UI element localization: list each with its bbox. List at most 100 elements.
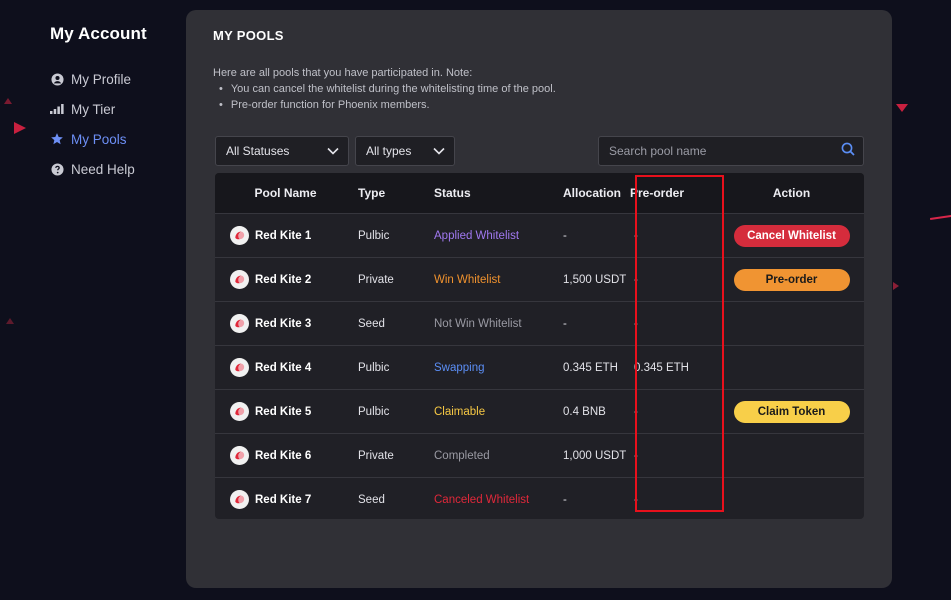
pool-name[interactable]: Red Kite 6 xyxy=(255,450,311,462)
pool-type: Private xyxy=(358,449,394,462)
type-filter-value: All types xyxy=(366,144,412,158)
pool-status: Completed xyxy=(434,449,490,462)
search-icon[interactable] xyxy=(841,142,855,161)
pool-status: Not Win Whitelist xyxy=(434,317,522,330)
sidebar-item-label: My Profile xyxy=(71,71,132,87)
cancel-whitelist-button[interactable]: Cancel Whitelist xyxy=(733,224,850,247)
type-filter-select[interactable]: All types xyxy=(355,136,455,166)
sidebar-item-label: My Tier xyxy=(71,101,116,117)
pool-pre-order: - xyxy=(634,405,638,418)
pool-name[interactable]: Red Kite 4 xyxy=(255,362,311,374)
red-kite-logo-icon xyxy=(230,490,249,509)
action-cell: Pre-order xyxy=(719,268,864,291)
table-body: Red Kite 1 Pulbic Applied Whitelist - - Cance… xyxy=(215,213,864,519)
status-filter-value: All Statuses xyxy=(226,144,290,158)
red-kite-logo-icon xyxy=(230,402,249,421)
pre-order-button[interactable]: Pre-order xyxy=(733,268,850,291)
decor-triangle xyxy=(893,282,899,290)
table-row: Red Kite 2 Private Win Whitelist 1,500 USDT… xyxy=(215,257,864,301)
table-row: Red Kite 1 Pulbic Applied Whitelist - - Cance… xyxy=(215,213,864,257)
pool-allocation: 1,500 USDT xyxy=(563,273,627,286)
red-kite-logo-icon xyxy=(230,314,249,333)
column-header-pre-order: Pre-order xyxy=(630,186,685,200)
pool-name-cell: Red Kite 2 xyxy=(215,270,343,289)
pool-allocation: - xyxy=(563,493,567,506)
decor-streak xyxy=(929,214,951,220)
pool-name-cell: Red Kite 7 xyxy=(215,490,343,509)
pool-type: Pulbic xyxy=(358,405,390,418)
pool-name[interactable]: Red Kite 1 xyxy=(255,230,311,242)
chevron-down-icon xyxy=(433,144,445,158)
pool-allocation: - xyxy=(563,229,567,242)
account-sidebar: My Account My Profile My Tier My Pools N… xyxy=(50,24,180,184)
pools-table: Pool Name Type Status Allocation Pre-ord… xyxy=(215,173,864,519)
pool-name-cell: Red Kite 4 xyxy=(215,358,343,377)
table-row: Red Kite 6 Private Completed 1,000 USDT - xyxy=(215,433,864,477)
pool-status: Claimable xyxy=(434,405,486,418)
my-pools-panel: MY POOLS Here are all pools that you hav… xyxy=(186,10,892,588)
sidebar-item-my-tier[interactable]: My Tier xyxy=(50,94,180,124)
pool-name[interactable]: Red Kite 2 xyxy=(255,274,311,286)
action-cell: Cancel Whitelist xyxy=(719,224,864,247)
note-intro: Here are all pools that you have partici… xyxy=(213,67,473,79)
red-kite-logo-icon xyxy=(230,226,249,245)
pool-type: Pulbic xyxy=(358,361,390,374)
decor-triangle xyxy=(896,104,908,112)
column-header-type: Type xyxy=(358,186,386,200)
column-header-action: Action xyxy=(772,186,811,200)
pool-status: Applied Whitelist xyxy=(434,229,520,242)
sidebar-item-label: My Pools xyxy=(71,131,127,147)
user-icon xyxy=(50,72,64,86)
filter-bar: All Statuses All types xyxy=(215,136,455,166)
pool-name-cell: Red Kite 1 xyxy=(215,226,343,245)
pool-status: Swapping xyxy=(434,361,485,374)
pool-name[interactable]: Red Kite 3 xyxy=(255,318,311,330)
pool-name-cell: Red Kite 6 xyxy=(215,446,343,465)
question-icon xyxy=(50,162,64,176)
sidebar-item-my-profile[interactable]: My Profile xyxy=(50,64,180,94)
pools-note: Here are all pools that you have partici… xyxy=(213,65,556,113)
pool-status: Canceled Whitelist xyxy=(434,493,530,506)
pool-pre-order: - xyxy=(634,493,638,506)
pool-name[interactable]: Red Kite 7 xyxy=(255,494,311,506)
claim-token-button[interactable]: Claim Token xyxy=(733,400,850,423)
pool-allocation: 1,000 USDT xyxy=(563,449,627,462)
table-row: Red Kite 4 Pulbic Swapping 0.345 ETH 0.345 E… xyxy=(215,345,864,389)
pool-allocation: 0.345 ETH xyxy=(563,361,618,374)
decor-triangle xyxy=(6,318,14,324)
column-header-pool-name: Pool Name xyxy=(254,186,317,200)
pool-name-cell: Red Kite 5 xyxy=(215,402,343,421)
red-kite-logo-icon xyxy=(230,358,249,377)
sidebar-item-my-pools[interactable]: My Pools xyxy=(50,124,180,154)
pool-pre-order: - xyxy=(634,449,638,462)
sidebar-title: My Account xyxy=(50,24,147,43)
red-kite-logo-icon xyxy=(230,446,249,465)
pool-name-cell: Red Kite 3 xyxy=(215,314,343,333)
pool-name[interactable]: Red Kite 5 xyxy=(255,406,311,418)
pool-type: Pulbic xyxy=(358,229,390,242)
sidebar-item-label: Need Help xyxy=(71,161,135,177)
chevron-down-icon xyxy=(327,144,339,158)
star-icon xyxy=(50,132,64,146)
pool-type: Seed xyxy=(358,493,385,506)
red-kite-logo-icon xyxy=(230,270,249,289)
pool-pre-order: - xyxy=(634,273,638,286)
pool-pre-order: - xyxy=(634,317,638,330)
pool-status: Win Whitelist xyxy=(434,273,501,286)
column-header-status: Status xyxy=(434,186,471,200)
table-row: Red Kite 3 Seed Not Win Whitelist - - xyxy=(215,301,864,345)
note-bullet: You can cancel the whitelist during the … xyxy=(213,81,556,97)
pool-type: Private xyxy=(358,273,394,286)
action-cell: Claim Token xyxy=(719,400,864,423)
pool-allocation: - xyxy=(563,317,567,330)
table-row: Red Kite 7 Seed Canceled Whitelist - - xyxy=(215,477,864,519)
column-header-allocation: Allocation xyxy=(563,186,622,200)
pool-type: Seed xyxy=(358,317,385,330)
pool-pre-order: - xyxy=(634,229,638,242)
search-input[interactable] xyxy=(609,144,841,158)
status-filter-select[interactable]: All Statuses xyxy=(215,136,349,166)
search-pool-field xyxy=(598,136,864,166)
decor-triangle xyxy=(14,122,26,134)
sidebar-item-need-help[interactable]: Need Help xyxy=(50,154,180,184)
table-row: Red Kite 5 Pulbic Claimable 0.4 BNB - Claim T… xyxy=(215,389,864,433)
